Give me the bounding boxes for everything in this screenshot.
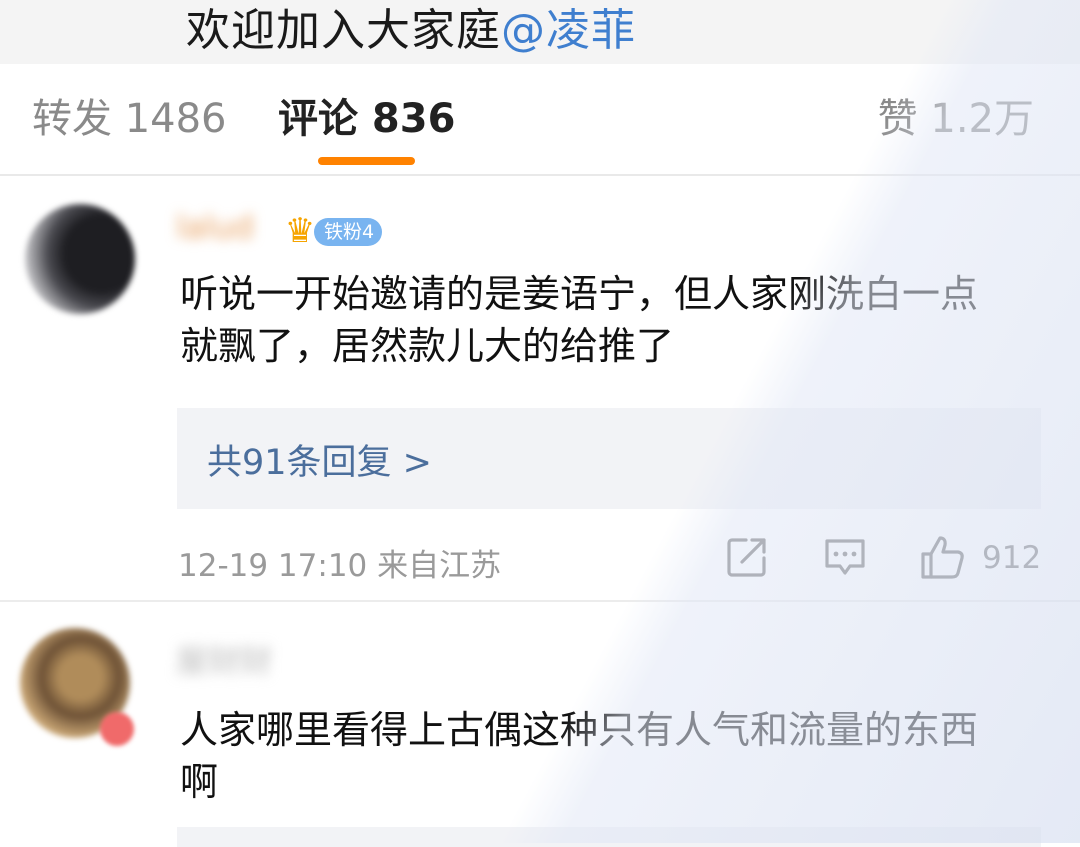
like-count: 912: [982, 540, 1042, 576]
comment-text: 人家哪里看得上古偶这种只有人气和流量的东西啊: [180, 708, 979, 804]
avatar[interactable]: [25, 204, 135, 314]
post-title-text: 欢迎加入大家庭: [186, 5, 501, 56]
thumbs-up-icon[interactable]: [918, 532, 968, 582]
view-replies-link[interactable]: 共91条回复 >: [207, 434, 432, 485]
comment-item: lalud ♛ 铁粉4 听说一开始邀请的是姜语宁，但人家刚洗白一点就飘了，居然款…: [0, 176, 1080, 600]
comment-time: 12-19 17:10: [178, 548, 368, 584]
fan-badge: ♛ 铁粉4: [278, 210, 386, 252]
share-icon[interactable]: [722, 532, 772, 582]
comment-icon[interactable]: [820, 532, 870, 582]
avatar-badge-icon: [100, 712, 134, 746]
comment-location: 来自江苏: [377, 548, 502, 584]
tab-likes[interactable]: 赞 1.2万: [878, 86, 1034, 144]
comment-meta: 12-19 17:10 来自江苏: [178, 540, 501, 585]
replies-box[interactable]: 共91条回复 >: [177, 408, 1041, 509]
username[interactable]: 屋财财: [176, 636, 272, 680]
username[interactable]: lalud: [176, 208, 254, 246]
comment-text: 听说一开始邀请的是姜语宁，但人家刚洗白一点就飘了，居然款儿大的给推了: [180, 272, 979, 368]
active-tab-indicator: [318, 157, 415, 165]
tab-repost[interactable]: 转发 1486: [32, 86, 227, 144]
post-title: 欢迎加入大家庭@凌菲: [186, 0, 636, 58]
mention-link[interactable]: @凌菲: [501, 5, 636, 56]
replies-box[interactable]: [177, 827, 1041, 847]
fan-badge-label: 铁粉4: [314, 218, 383, 246]
tab-comments[interactable]: 评论 836: [278, 86, 455, 144]
tab-bar: 转发 1486 评论 836 赞 1.2万: [0, 64, 1080, 176]
post-title-bar: 欢迎加入大家庭@凌菲: [0, 0, 1080, 64]
comment-item: 屋财财 人家哪里看得上古偶这种只有人气和流量的东西啊: [0, 602, 1080, 847]
